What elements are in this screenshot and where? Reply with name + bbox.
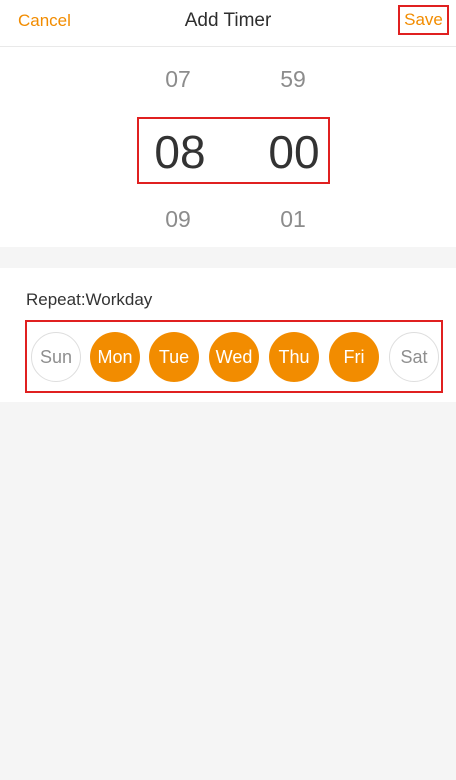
minute-next-value[interactable]: 01 (253, 204, 333, 234)
app-header: Cancel Add Timer Save (0, 0, 456, 47)
day-fri-toggle[interactable]: Fri (329, 332, 379, 382)
repeat-label: Repeat:Workday (26, 290, 153, 309)
page-title: Add Timer (184, 10, 272, 31)
selected-time-box: 08 00 (137, 117, 330, 184)
repeat-section: Repeat:Workday Sun Mon Tue Wed Thu Fri S… (0, 268, 456, 402)
day-wed-toggle[interactable]: Wed (209, 332, 259, 382)
hour-selected-value[interactable]: 08 (135, 126, 225, 178)
section-divider (0, 247, 456, 268)
minute-prev-value[interactable]: 59 (253, 64, 333, 94)
hour-prev-value[interactable]: 07 (138, 64, 218, 94)
hour-next-value[interactable]: 09 (138, 204, 218, 234)
day-thu-toggle[interactable]: Thu (269, 332, 319, 382)
save-button[interactable]: Save (398, 5, 449, 35)
empty-area (0, 402, 456, 780)
day-sun-toggle[interactable]: Sun (31, 332, 81, 382)
weekday-selector: Sun Mon Tue Wed Thu Fri Sat (25, 320, 443, 393)
day-sat-toggle[interactable]: Sat (389, 332, 439, 382)
time-picker[interactable]: 07 59 08 00 09 01 (0, 47, 456, 247)
day-mon-toggle[interactable]: Mon (90, 332, 140, 382)
day-tue-toggle[interactable]: Tue (149, 332, 199, 382)
minute-selected-value[interactable]: 00 (249, 126, 339, 178)
